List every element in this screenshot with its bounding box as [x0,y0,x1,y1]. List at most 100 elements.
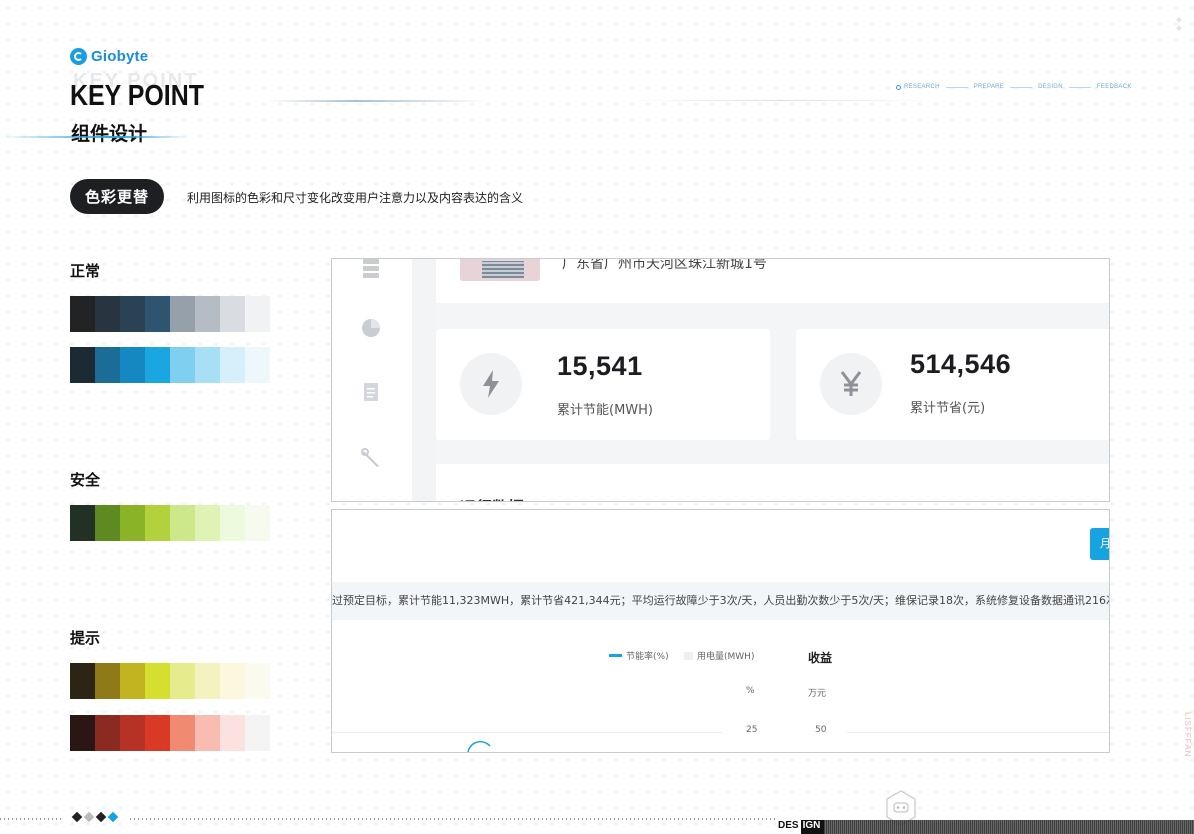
palette-row [70,715,270,751]
design-tag: DES IGN [776,820,825,834]
step-connector [945,86,968,88]
color-swatch [245,715,270,751]
step-progress: RESEARCH PREPARE DESIGN FEEDBACK [896,84,1132,90]
legend-label: 用电量(MWH) [697,652,755,662]
color-swatch [245,505,270,541]
chart-title: 收益 [808,651,833,665]
color-swatch [145,505,170,541]
legend-energy-rate: 节能率(%) [609,649,669,662]
summary-text: 过预定目标，累计节能11,323MWH，累计节省421,344元；平均运行故障少… [332,582,1109,620]
color-swatch [70,505,95,541]
axis-unit-left: % [746,686,755,696]
color-swatch [120,505,145,541]
palette-label-warning: 提示 [70,629,101,647]
stat-value: 514,546 [910,349,1012,379]
color-swatch [245,296,270,332]
period-button[interactable]: 月 [1090,528,1109,560]
color-swatch [70,663,95,699]
energy-rate-line [467,741,491,752]
color-swatch [195,296,220,332]
color-swatch [145,663,170,699]
palette-row [70,663,270,699]
section-pill: 色彩更替 [70,179,164,214]
color-swatch [95,715,120,751]
palette-label-normal: 正常 [70,262,101,280]
footer-dotted-line [130,818,775,820]
report-preview: 月 过预定目标，累计节能11,323MWH，累计节省421,344元；平均运行故… [331,509,1110,753]
yen-icon [820,353,882,415]
color-swatch [245,347,270,383]
color-swatch [70,715,95,751]
brand-logo: Giobyte [70,48,148,65]
wrench-icon[interactable] [360,447,382,469]
section-title: 运行数据 [460,494,524,501]
step-connector [1068,86,1091,88]
sidebar [332,259,412,501]
step-feedback: FEEDBACK [1096,84,1132,90]
color-swatch [220,663,245,699]
pie-chart-icon[interactable] [360,317,382,339]
step-connector [1010,86,1033,88]
footer-diamonds-icon [71,811,119,823]
diamond-decoration-icon [1176,17,1183,34]
color-swatch [170,715,195,751]
color-swatch [120,715,145,751]
divider-line [0,136,190,138]
color-swatch [95,296,120,332]
color-swatch [195,715,220,751]
divider-line [630,100,930,101]
palette-row [70,347,270,383]
color-swatch [95,347,120,383]
color-swatch [70,347,95,383]
palette-row [70,296,270,332]
color-swatch [220,296,245,332]
palette-row [70,505,270,541]
stat-value: 15,541 [557,351,643,381]
stat-label: 累计节省(元) [910,401,986,416]
design-tag-right: IGN [800,820,825,834]
color-swatch [220,347,245,383]
color-swatch [195,505,220,541]
lightning-icon [460,353,522,415]
page-subtitle: 组件设计 [71,123,148,145]
divider-line [268,100,488,102]
gridline [332,732,722,733]
color-swatch [120,296,145,332]
gridline [847,732,1109,733]
document-icon[interactable] [360,381,382,403]
legend-consumption: 用电量(MWH) [684,649,754,662]
step-prepare: PREPARE [973,84,1005,90]
color-swatch [70,296,95,332]
server-icon[interactable] [360,259,382,281]
color-swatch [95,505,120,541]
color-swatch [170,347,195,383]
color-swatch [245,663,270,699]
dashboard-preview: 广东省广州市天河区珠江新城1号 15,541 累计节能(MWH) 514,546… [331,258,1110,502]
color-swatch [145,296,170,332]
color-swatch [120,663,145,699]
current-step-icon [896,84,901,90]
color-swatch [220,715,245,751]
logo-icon [70,48,87,65]
color-swatch [170,505,195,541]
step-design: DESIGN [1038,84,1063,90]
color-swatch [95,663,120,699]
side-watermark: LISFFFAN [1183,712,1192,758]
footer-stripe [824,820,1194,834]
color-swatch [145,347,170,383]
legend-label: 节能率(%) [626,652,669,662]
operation-data-card: 运行数据 [436,464,1109,501]
stat-card-energy: 15,541 累计节能(MWH) [436,329,770,440]
page-title: KEY POINT [70,80,204,112]
axis-tick-left: 25 [746,725,758,735]
box-legend-icon [684,651,693,660]
color-swatch [220,505,245,541]
stat-label: 累计节能(MWH) [557,403,653,418]
color-swatch [145,715,170,751]
address-card: 广东省广州市天河区珠江新城1号 [436,259,1109,303]
color-swatch [195,347,220,383]
design-tag-left: DES [776,820,801,834]
color-swatch [170,663,195,699]
palette-label-safe: 安全 [70,471,101,489]
brand-name: Giobyte [91,48,149,65]
